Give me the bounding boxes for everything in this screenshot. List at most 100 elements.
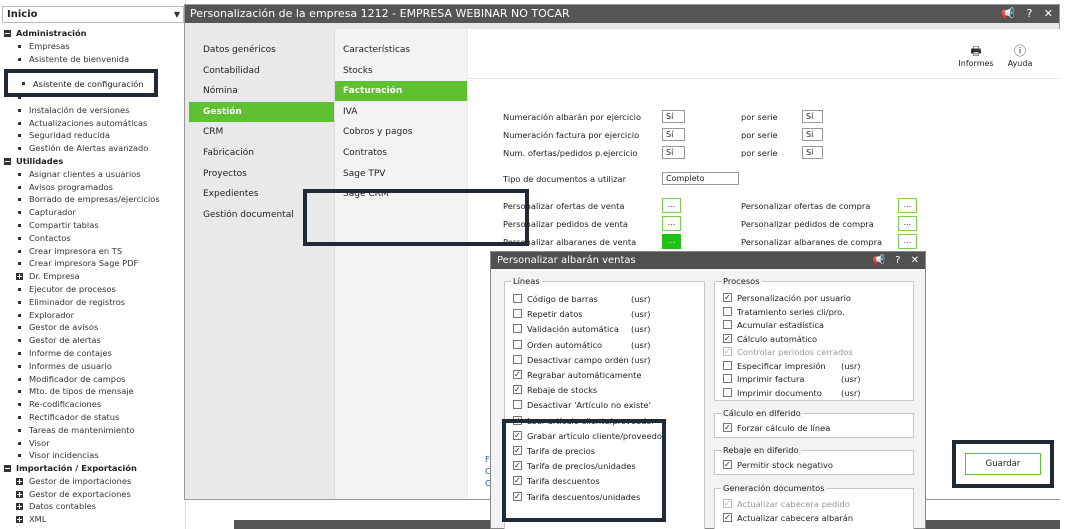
tree-item-dr-empresa[interactable]: Dr. Empresa — [0, 270, 186, 283]
section-gestion[interactable]: Gestión — [189, 101, 334, 122]
num-albaran-field[interactable]: Sí — [662, 110, 685, 123]
subsection-facturacion[interactable]: Facturación — [335, 81, 467, 102]
num-factura-field[interactable]: Sí — [662, 128, 685, 141]
subsection-cobros-y-pagos[interactable]: Cobros y pagos — [335, 122, 467, 142]
checkbox-box[interactable] — [513, 490, 522, 504]
section-contabilidad[interactable]: Contabilidad — [189, 61, 334, 81]
section-proyectos[interactable]: Proyectos — [189, 164, 334, 184]
expand-icon[interactable] — [16, 516, 23, 524]
pers-pedidos-compra-button[interactable]: ... — [898, 216, 917, 231]
tree-item-contactos[interactable]: Contactos — [0, 232, 186, 245]
tree-group-importacion-exportacion[interactable]: Importación / Exportación — [0, 462, 186, 475]
tipo-documentos-field[interactable]: Completo — [662, 172, 739, 185]
subsection-sage-crm[interactable]: Sage CRM — [335, 184, 467, 204]
tree-item-rectificador-de-status[interactable]: Rectificador de status — [0, 411, 186, 424]
checkbox-box[interactable] — [513, 400, 522, 410]
checkbox-box[interactable] — [513, 414, 522, 428]
checkbox-box[interactable] — [723, 320, 732, 329]
checkbox-tarifa-descuentos-unidades[interactable]: Tarifa descuentos/unidades — [513, 490, 640, 504]
tree-item-asistente-de-bienvenida[interactable]: Asistente de bienvenida — [0, 53, 186, 66]
tree-item-datos-contables[interactable]: Datos contables — [0, 500, 186, 513]
subsection-contratos[interactable]: Contratos — [335, 143, 467, 163]
tree-item-eliminador-de-registros[interactable]: Eliminador de registros — [0, 296, 186, 309]
help-icon[interactable]: ? — [895, 255, 900, 266]
tree-item-informes-de-usuario[interactable]: Informes de usuario — [0, 360, 186, 373]
collapse-icon[interactable] — [4, 30, 11, 37]
section-nomina[interactable]: Nómina — [189, 81, 334, 101]
checkbox-regrabar-automaticamente[interactable]: Regrabar automáticamente — [513, 368, 642, 382]
tree-item-gestor-de-importaciones[interactable]: Gestor de importaciones — [0, 475, 186, 488]
section-crm[interactable]: CRM — [189, 122, 334, 142]
subsection-stocks[interactable]: Stocks — [335, 61, 467, 81]
checkbox-box[interactable] — [723, 387, 732, 397]
collapse-icon[interactable] — [4, 465, 11, 473]
tree-item-xml[interactable]: XML — [0, 513, 186, 526]
close-icon[interactable]: ✕ — [1044, 7, 1053, 20]
tree-item-mto-de-tipos-de-mensaje[interactable]: Mto. de tipos de mensaje — [0, 385, 186, 398]
tree-item-seguridad-reducida[interactable]: Seguridad reducida — [0, 129, 186, 142]
tree-item-compartir-tablas[interactable]: Compartir tablas — [0, 219, 186, 232]
tree-item-asignar-clientes-a-usuarios[interactable]: Asignar clientes a usuarios — [0, 168, 186, 181]
pers-albaranes-venta-button[interactable]: ... — [662, 234, 681, 249]
announce-icon[interactable]: 📢 — [872, 255, 884, 266]
checkbox-grabar-articulo-cliente-proveedor[interactable]: Grabar artículo cliente/proveedor — [513, 429, 665, 443]
announce-icon[interactable]: 📢 — [1001, 7, 1015, 20]
checkbox-box[interactable] — [513, 383, 522, 397]
subsection-sage-tpv[interactable]: Sage TPV — [335, 164, 467, 184]
checkbox-imprimir-factura[interactable]: Imprimir factura (usr) — [723, 372, 860, 386]
tree-item-visor[interactable]: Visor — [0, 437, 186, 450]
checkbox-acumular-estadistica[interactable]: Acumular estadística — [723, 318, 824, 332]
checkbox-box[interactable] — [723, 306, 732, 316]
checkbox-box[interactable] — [723, 332, 732, 346]
tree-group-administracion[interactable]: Administración — [0, 27, 186, 40]
subsection-iva[interactable]: IVA — [335, 102, 467, 122]
num-ofertas-field[interactable]: Sí — [662, 146, 685, 159]
checkbox-calculo-automatico[interactable]: Cálculo automático — [723, 332, 817, 346]
checkbox-box[interactable] — [723, 360, 732, 370]
subsection-caracteristicas[interactable]: Características — [335, 40, 467, 60]
checkbox-box[interactable] — [513, 368, 522, 382]
tree-item-re-codificaciones[interactable]: Re-codificaciones — [0, 398, 186, 411]
checkbox-box[interactable] — [513, 309, 522, 319]
guardar-button[interactable]: Guardar — [965, 453, 1041, 475]
collapse-icon[interactable] — [4, 157, 11, 165]
tree-item-gestion-de-alertas-avanzado[interactable]: Gestión de Alertas avanzado — [0, 142, 186, 155]
tree-item-gestor-de-exportaciones[interactable]: Gestor de exportaciones — [0, 488, 186, 501]
tree-item-informe-de-contajes[interactable]: Informe de contajes — [0, 347, 186, 360]
help-icon[interactable]: ? — [1026, 7, 1032, 20]
checkbox-permitir-stock[interactable]: Permitir stock negativo — [723, 458, 833, 472]
expand-icon[interactable] — [16, 477, 23, 485]
checkbox-personalizacion-por-usuario[interactable]: Personalización por usuario — [723, 291, 851, 305]
tree-item-avisos-programados[interactable]: Avisos programados — [0, 181, 186, 194]
checkbox-box[interactable] — [513, 429, 522, 443]
tree-item-actualizaciones-automaticas[interactable]: Actualizaciones automáticas — [0, 117, 186, 130]
tree-item-ejecutor-de-procesos[interactable]: Ejecutor de procesos — [0, 283, 186, 296]
por-serie-field-1[interactable]: Sí — [802, 110, 823, 123]
checkbox-box[interactable] — [513, 339, 522, 349]
highlight-asistente-configuracion[interactable]: Asistente de configuración — [4, 69, 158, 97]
checkbox-box[interactable] — [723, 511, 732, 525]
por-serie-field-2[interactable]: Sí — [802, 128, 823, 141]
checkbox-tarifa-descuentos[interactable]: Tarifa descuentos — [513, 474, 600, 488]
tree-item-gestor-de-avisos[interactable]: Gestor de avisos — [0, 321, 186, 334]
tree-item-capturador[interactable]: Capturador — [0, 206, 186, 219]
checkbox-desactivar-campo-orden[interactable]: Desactivar campo orden (usr) — [513, 353, 650, 367]
checkbox-box[interactable] — [513, 474, 522, 488]
pers-ofertas-compra-button[interactable]: ... — [898, 198, 917, 213]
tree-item-asistente-configuracion[interactable]: Asistente de configuración — [33, 79, 144, 89]
inicio-dropdown[interactable]: Inicio ▼ — [2, 6, 184, 23]
expand-icon[interactable] — [16, 490, 23, 498]
expand-icon[interactable] — [16, 273, 23, 281]
informes-button[interactable]: 🖶 Informes — [956, 43, 996, 68]
tree-item-crear-impresora-en-ts[interactable]: Crear impresora en TS — [0, 245, 186, 258]
tree-item-borrado-de-empresas-ejercicios[interactable]: Borrado de empresas/ejercicios — [0, 193, 186, 206]
section-gestion-documental[interactable]: Gestión documental — [189, 205, 334, 225]
pers-albaranes-compra-button[interactable]: ... — [898, 234, 917, 249]
ayuda-button[interactable]: ⓘ Ayuda — [1000, 43, 1040, 68]
tree-item-explorador[interactable]: Explorador — [0, 309, 186, 322]
tree-item-tareas-de-mantenimiento[interactable]: Tareas de mantenimiento — [0, 424, 186, 437]
checkbox-box[interactable] — [723, 458, 732, 472]
tree-item-empresas[interactable]: Empresas — [0, 40, 186, 53]
close-icon[interactable]: ✕ — [911, 255, 919, 266]
checkbox-box[interactable] — [723, 421, 732, 435]
